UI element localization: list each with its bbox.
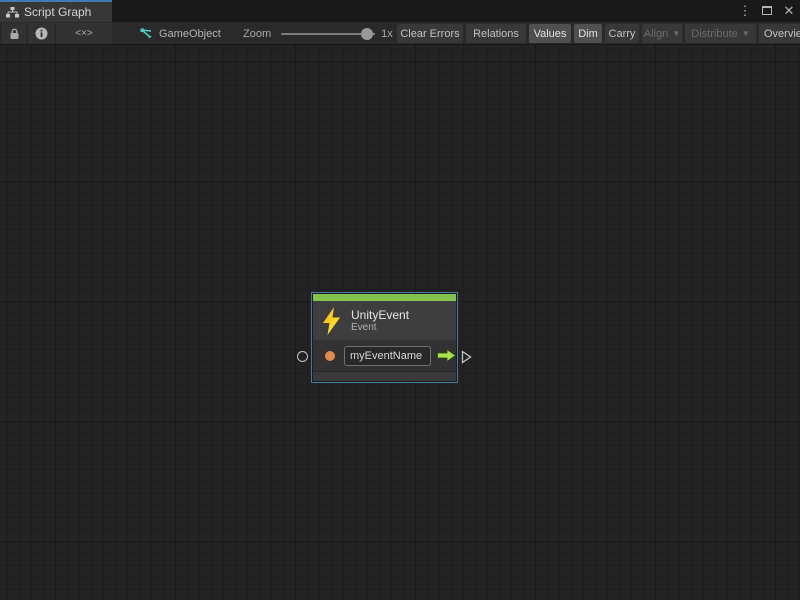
info-button[interactable]	[28, 23, 54, 44]
node-title: UnityEvent	[351, 308, 409, 322]
button-label: Clear Errors	[400, 28, 459, 40]
control-input-circle-port[interactable]	[297, 351, 308, 362]
zoom-control: Zoom 1x	[243, 23, 393, 44]
button-label: Dim	[578, 28, 598, 40]
gameobject-reference[interactable]: GameObject	[132, 23, 229, 44]
script-graph-teal-icon	[140, 28, 153, 40]
tab-script-graph[interactable]: Script Graph	[0, 0, 112, 22]
edit-code-button[interactable]: <×>	[56, 23, 112, 44]
node-subtitle: Event	[351, 322, 409, 334]
node-footer	[313, 371, 456, 381]
chevron-down-icon: ▼	[672, 30, 680, 38]
event-name-input[interactable]	[344, 346, 431, 366]
carry-button[interactable]: Carry	[605, 24, 639, 43]
node-titles: UnityEvent Event	[351, 308, 409, 334]
code-icon: <×>	[75, 28, 93, 39]
chevron-down-icon: ▼	[742, 30, 750, 38]
lock-button[interactable]	[2, 23, 26, 44]
zoom-value: 1x	[381, 28, 393, 40]
distribute-dropdown-button[interactable]: Distribute ▼	[685, 24, 756, 43]
node-color-bar	[313, 294, 456, 301]
gameobject-label: GameObject	[159, 28, 221, 40]
unity-event-node[interactable]: UnityEvent Event	[311, 292, 458, 383]
dim-button[interactable]: Dim	[574, 24, 602, 43]
zoom-slider[interactable]	[281, 33, 375, 35]
clear-errors-button[interactable]: Clear Errors	[397, 24, 463, 43]
button-label: Distribute	[691, 28, 737, 40]
window-close-icon[interactable]: ✕	[782, 1, 796, 21]
maximize-square	[762, 6, 772, 15]
button-label: Values	[534, 28, 567, 40]
window-menu-icon[interactable]: ⋮	[738, 1, 752, 21]
align-dropdown-button[interactable]: Align ▼	[642, 24, 682, 43]
window-controls: ⋮ ✕	[738, 0, 796, 22]
graph-toolbar: <×> GameObject Zoom 1x Clear Errors Rela…	[0, 22, 800, 45]
zoom-slider-handle[interactable]	[361, 28, 373, 40]
tab-bar: Script Graph ⋮ ✕	[0, 0, 800, 22]
values-button[interactable]: Values	[529, 24, 571, 43]
button-label: Overview	[764, 28, 800, 40]
button-label: Align	[644, 28, 668, 40]
node-header[interactable]: UnityEvent Event	[313, 301, 456, 340]
lightning-bolt-icon	[322, 307, 341, 335]
overview-button[interactable]: Overview	[759, 24, 800, 43]
window-maximize-icon[interactable]	[760, 1, 774, 21]
string-value-port[interactable]	[325, 351, 335, 361]
relations-button[interactable]: Relations	[466, 24, 526, 43]
script-graph-window: Script Graph ⋮ ✕ <×>	[0, 0, 800, 600]
info-icon	[35, 27, 48, 40]
green-flow-arrow-icon[interactable]	[437, 349, 456, 362]
lock-icon	[9, 28, 20, 40]
graph-hierarchy-icon	[6, 7, 19, 18]
graph-canvas[interactable]: UnityEvent Event	[0, 45, 800, 600]
button-label: Relations	[473, 28, 519, 40]
zoom-label: Zoom	[243, 28, 271, 40]
node-body	[313, 340, 456, 371]
button-label: Carry	[609, 28, 636, 40]
tab-title: Script Graph	[24, 5, 91, 19]
control-output-triangle-port[interactable]	[461, 350, 472, 364]
